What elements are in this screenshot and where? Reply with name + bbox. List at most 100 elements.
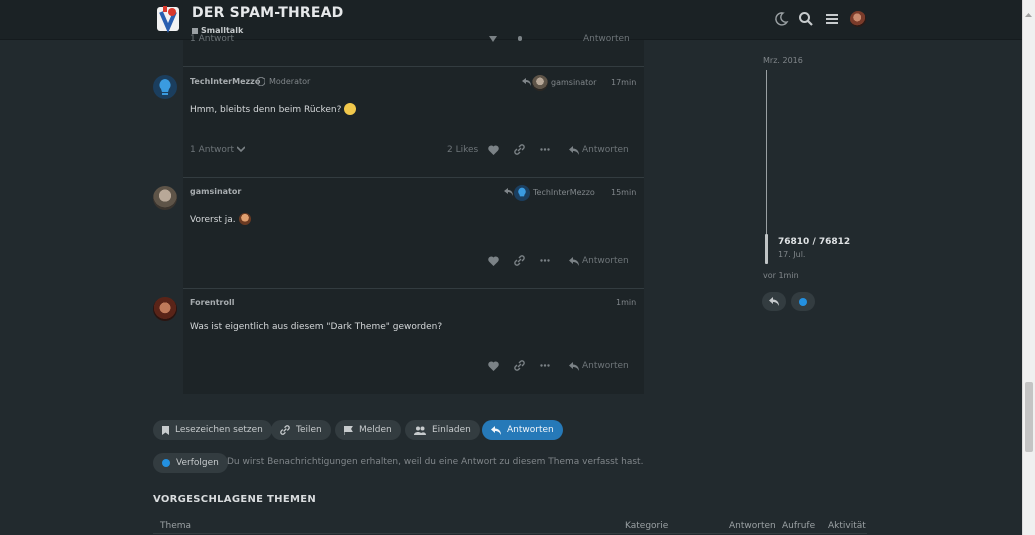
post-avatar-gamsinator[interactable] [153,186,177,210]
reply-button[interactable]: Antworten [569,361,629,371]
topic-title[interactable]: DER SPAM-THREAD [192,5,343,21]
heart-icon[interactable] [488,145,499,155]
column-header-replies[interactable]: Antworten [729,521,776,531]
timeline-scrollarea[interactable] [766,70,767,236]
invite-label: Einladen [432,425,471,435]
flag-icon [344,425,353,435]
link-icon[interactable] [514,144,525,155]
notification-level-button[interactable]: Verfolgen [153,453,228,473]
reply-primary-button[interactable]: Antworten [482,420,563,440]
reply-to-username[interactable]: TechInterMezzo [533,188,595,197]
reply-label: Antworten [582,361,629,371]
post-text: Was ist eigentlich aus diesem "Dark Them… [190,322,443,332]
heart-icon[interactable] [488,361,499,371]
flag-button[interactable]: Melden [335,420,401,440]
column-header-activity[interactable]: Aktivität [828,521,866,531]
post-avatar-techintermezzo[interactable] [153,75,177,99]
moderator-shield-icon [257,77,265,86]
users-icon [414,426,426,435]
replies-count: 1 Antwort [190,145,235,155]
site-logo[interactable] [155,4,181,34]
timeline-position: 76810 / 76812 [778,237,851,247]
timeline-handle[interactable] [765,234,768,264]
post-divider [183,177,644,178]
hamburger-menu-icon[interactable] [824,11,840,27]
lightbulb-avatar-icon [153,75,177,99]
likes-count[interactable]: 2 Likes [447,145,478,155]
flag-label: Melden [359,425,392,435]
reply-to-avatar[interactable] [514,185,530,201]
chevron-down-icon [236,146,246,153]
link-icon[interactable] [514,360,525,371]
timeline-reply-button[interactable] [762,292,786,311]
reply-arrow-icon [569,145,579,155]
post-username[interactable]: gamsinator [190,187,241,196]
user-avatar[interactable] [850,11,866,27]
heart-icon[interactable] [488,36,498,42]
reply-arrow-icon [769,297,779,306]
suggested-topics-heading: VORGESCHLAGENE THEMEN [153,494,317,505]
post-body: Hmm, bleibts denn beim Rücken? [190,103,357,115]
post-username[interactable]: TechInterMezzo [190,77,260,86]
bookmark-icon [162,425,169,435]
share-label: Teilen [296,425,322,435]
post-username[interactable]: Forentroll [190,298,234,307]
share-button[interactable]: Teilen [271,420,331,440]
replies-toggle[interactable]: 1 Antwort [190,34,234,44]
table-header-divider [153,533,867,534]
bookmark-button[interactable]: Lesezeichen setzen [153,420,272,440]
page-scrollbar[interactable] [1022,0,1035,535]
replies-toggle[interactable]: 1 Antwort [190,145,246,155]
scroll-up-arrow-icon[interactable] [1025,3,1032,17]
tracking-dot-icon [799,297,807,306]
category-color-icon [192,27,198,34]
more-options-icon[interactable] [540,148,550,151]
tracking-dot-icon [162,459,170,467]
more-options-icon[interactable] [540,364,550,367]
dark-mode-moon-icon[interactable] [773,11,789,27]
reply-arrow-icon [491,425,501,435]
reply-to-avatar[interactable] [532,75,548,91]
post-stream [183,40,644,394]
reply-arrow-icon [569,361,579,371]
timeline-notification-button[interactable] [791,292,815,311]
bookmark-label: Lesezeichen setzen [175,425,263,435]
post-time[interactable]: 17min [611,78,636,87]
link-icon [280,425,290,435]
post-divider [183,288,644,289]
reply-arrow-icon [569,256,579,266]
link-icon[interactable] [515,36,525,42]
link-icon[interactable] [514,255,525,266]
post-user-role: Moderator [269,77,311,86]
notification-level-label: Verfolgen [176,458,219,468]
reply-button[interactable]: Antworten [569,256,629,266]
post-time[interactable]: 1min [616,298,636,307]
timeline-position-date: 17. Jul. [778,250,806,259]
reply-to-arrow-icon [522,78,531,86]
more-options-icon[interactable] [540,259,550,262]
face-emoji-icon [238,213,251,225]
search-icon[interactable] [798,11,814,27]
column-header-views[interactable]: Aufrufe [782,521,815,531]
notification-reason-text: Du wirst Benachrichtigungen erhalten, we… [227,457,644,467]
post-body: Vorerst ja. [190,213,251,225]
thinking-emoji-icon [344,103,357,115]
post-avatar-forentroll[interactable] [153,297,177,321]
reply-to-arrow-icon [504,188,513,196]
column-header-category[interactable]: Kategorie [625,521,668,531]
column-header-topic[interactable]: Thema [160,521,191,531]
scrollbar-thumb[interactable] [1025,382,1033,452]
reply-to-username[interactable]: gamsinator [551,78,596,87]
reply-button[interactable]: Antworten [583,34,630,44]
post-divider [183,66,644,67]
post-text: Vorerst ja. [190,215,236,225]
reply-primary-label: Antworten [507,425,554,435]
invite-button[interactable]: Einladen [405,420,480,440]
heart-icon[interactable] [488,256,499,266]
post-time[interactable]: 15min [611,188,636,197]
post-text: Hmm, bleibts denn beim Rücken? [190,105,342,115]
timeline-start-date[interactable]: Mrz. 2016 [763,56,803,65]
timeline-last-activity[interactable]: vor 1min [763,271,799,280]
reply-button[interactable]: Antworten [569,145,629,155]
reply-label: Antworten [582,145,629,155]
